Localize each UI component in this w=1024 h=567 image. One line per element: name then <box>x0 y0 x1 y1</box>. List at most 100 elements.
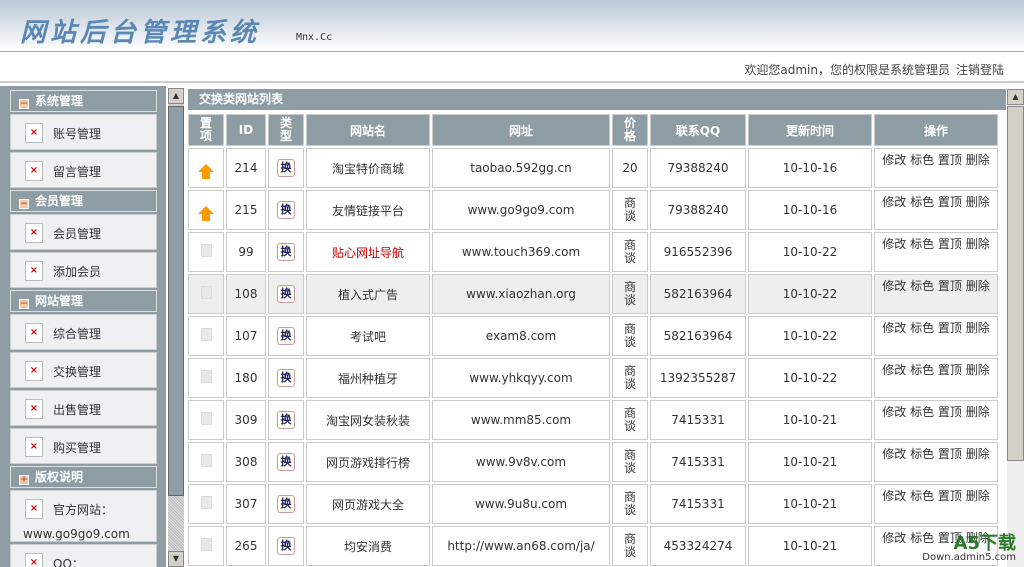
qq-cell: 7415331 <box>650 484 746 524</box>
column-header: 联系QQ <box>650 114 746 146</box>
pin-cell[interactable] <box>188 148 224 188</box>
welcome-text: 欢迎您admin，您的权限是系统管理员 <box>744 63 950 77</box>
scrollbar-thumb[interactable] <box>1007 106 1024 461</box>
document-icon <box>200 244 212 257</box>
expand-icon[interactable]: + <box>19 475 29 485</box>
broken-image-icon: × <box>25 323 43 343</box>
sidebar-item-label[interactable]: 出售管理 <box>53 401 101 418</box>
logout-link[interactable]: 注销登陆 <box>956 63 1004 77</box>
sidebar-item-label[interactable]: 官方网站： <box>53 501 113 518</box>
operations-cell[interactable]: 修改 标色 置顶 删除 <box>874 316 998 356</box>
column-header: 网站名 <box>306 114 430 146</box>
document-icon <box>200 412 212 425</box>
operations-cell[interactable]: 修改 标色 置顶 删除 <box>874 358 998 398</box>
price-cell: 商谈 <box>612 526 648 566</box>
page-scrollbar[interactable]: ▲ <box>1007 89 1024 567</box>
type-cell: 换 <box>268 484 304 524</box>
broken-image-icon: × <box>25 361 43 381</box>
url-cell: exam8.com <box>432 316 610 356</box>
operations-cell[interactable]: 修改 标色 置顶 删除 <box>874 232 998 272</box>
time-cell: 10-10-21 <box>748 442 872 482</box>
pin-cell[interactable] <box>188 358 224 398</box>
sidebar-item[interactable]: × 会员管理 <box>10 214 157 250</box>
broken-image-icon: × <box>25 499 43 519</box>
sidebar-item-label[interactable]: 购买管理 <box>53 439 101 456</box>
sidebar-section-header[interactable]: + 版权说明 <box>10 466 157 488</box>
sidebar-section-header[interactable]: − 会员管理 <box>10 190 157 212</box>
sidebar-item-label[interactable]: 交换管理 <box>53 363 101 380</box>
sidebar-item-link[interactable]: www.go9go9.com <box>23 527 130 541</box>
price-cell: 商谈 <box>612 358 648 398</box>
site-name-cell: 网页游戏大全 <box>306 484 430 524</box>
collapse-icon[interactable]: − <box>19 199 29 209</box>
table-row: 308 换网页游戏排行榜 www.9v8v.com 商谈 7415331 10-10-21… <box>188 442 998 482</box>
url-cell: www.touch369.com <box>432 232 610 272</box>
scroll-down-icon[interactable]: ▼ <box>168 551 184 567</box>
sidebar-item[interactable]: × 出售管理 <box>10 390 157 426</box>
sidebar-item[interactable]: × 添加会员 <box>10 252 157 288</box>
sidebar-item[interactable]: × 账号管理 <box>10 114 157 150</box>
table-row: 265 换均安消费 http://www.an68.com/ja/商谈 4533242… <box>188 526 998 566</box>
sidebar-item[interactable]: × 购买管理 <box>10 428 157 464</box>
sidebar-item[interactable]: × QQ： <box>10 544 157 567</box>
sidebar-item[interactable]: × 交换管理 <box>10 352 157 388</box>
sidebar-item[interactable]: × 官方网站： www.go9go9.com <box>10 490 157 542</box>
operations-cell[interactable]: 修改 标色 置顶 删除 <box>874 400 998 440</box>
operations-cell[interactable]: 修改 标色 置顶 删除 <box>874 484 998 524</box>
exchange-icon: 换 <box>277 159 295 177</box>
pin-cell[interactable] <box>188 526 224 566</box>
table-row: 215 换友情链接平台 www.go9go9.com 商谈 79388240 10-10-… <box>188 190 998 230</box>
time-cell: 10-10-16 <box>748 190 872 230</box>
sidebar-item-label[interactable]: 会员管理 <box>53 225 101 242</box>
sidebar-item-label[interactable]: 添加会员 <box>53 263 101 280</box>
price-cell: 商谈 <box>612 232 648 272</box>
exchange-icon: 换 <box>277 537 295 555</box>
main-content: 交换类网站列表 置项 ID 类型网站名 网址价格联系QQ 更新时间 操作 214 换淘宝特价… <box>186 89 1006 567</box>
table-row: 307 换网页游戏大全 www.9u8u.com 商谈 7415331 10-10-21 修… <box>188 484 998 524</box>
pinned-arrow-icon[interactable] <box>198 206 214 221</box>
exchange-icon: 换 <box>277 243 295 261</box>
exchange-icon: 换 <box>277 411 295 429</box>
sidebar-scrollbar[interactable]: ▲ ▼ <box>168 88 184 567</box>
site-name-cell: 淘宝特价商城 <box>306 148 430 188</box>
scroll-up-icon[interactable]: ▲ <box>1007 89 1024 105</box>
table-row: 180 换福州种植牙 www.yhkqyy.com 商谈 1392355287 10-10… <box>188 358 998 398</box>
price-cell: 商谈 <box>612 400 648 440</box>
pinned-arrow-icon[interactable] <box>198 164 214 179</box>
pin-cell[interactable] <box>188 232 224 272</box>
price-cell: 20 <box>612 148 648 188</box>
column-header: 类型 <box>268 114 304 146</box>
scrollbar-thumb[interactable] <box>168 106 184 496</box>
id-cell: 108 <box>226 274 266 314</box>
id-cell: 214 <box>226 148 266 188</box>
document-icon <box>200 454 212 467</box>
pin-cell[interactable] <box>188 442 224 482</box>
pin-cell[interactable] <box>188 274 224 314</box>
sidebar-item-label[interactable]: QQ： <box>53 555 84 567</box>
sidebar-section-header[interactable]: − 网站管理 <box>10 290 157 312</box>
operations-cell[interactable]: 修改 标色 置顶 删除 <box>874 274 998 314</box>
sidebar-item-label[interactable]: 账号管理 <box>53 125 101 142</box>
sidebar-item[interactable]: × 留言管理 <box>10 152 157 188</box>
scroll-up-icon[interactable]: ▲ <box>168 88 184 104</box>
collapse-icon[interactable]: − <box>19 99 29 109</box>
pin-cell[interactable] <box>188 400 224 440</box>
site-table: 置项 ID 类型网站名 网址价格联系QQ 更新时间 操作 214 换淘宝特价商城 taobao… <box>186 112 1000 567</box>
operations-cell[interactable]: 修改 标色 置顶 删除 <box>874 148 998 188</box>
qq-cell: 582163964 <box>650 274 746 314</box>
url-cell: www.xiaozhan.org <box>432 274 610 314</box>
pin-cell[interactable] <box>188 316 224 356</box>
time-cell: 10-10-21 <box>748 526 872 566</box>
sidebar-item-label[interactable]: 综合管理 <box>53 325 101 342</box>
sidebar-item[interactable]: × 综合管理 <box>10 314 157 350</box>
operations-cell[interactable]: 修改 标色 置顶 删除 <box>874 442 998 482</box>
operations-cell[interactable]: 修改 标色 置顶 删除 <box>874 190 998 230</box>
sidebar-item-label[interactable]: 留言管理 <box>53 163 101 180</box>
type-cell: 换 <box>268 190 304 230</box>
price-cell: 商谈 <box>612 190 648 230</box>
pin-cell[interactable] <box>188 190 224 230</box>
collapse-icon[interactable]: − <box>19 299 29 309</box>
pin-cell[interactable] <box>188 484 224 524</box>
sidebar-section-header[interactable]: − 系统管理 <box>10 90 157 112</box>
site-name-cell: 福州种植牙 <box>306 358 430 398</box>
